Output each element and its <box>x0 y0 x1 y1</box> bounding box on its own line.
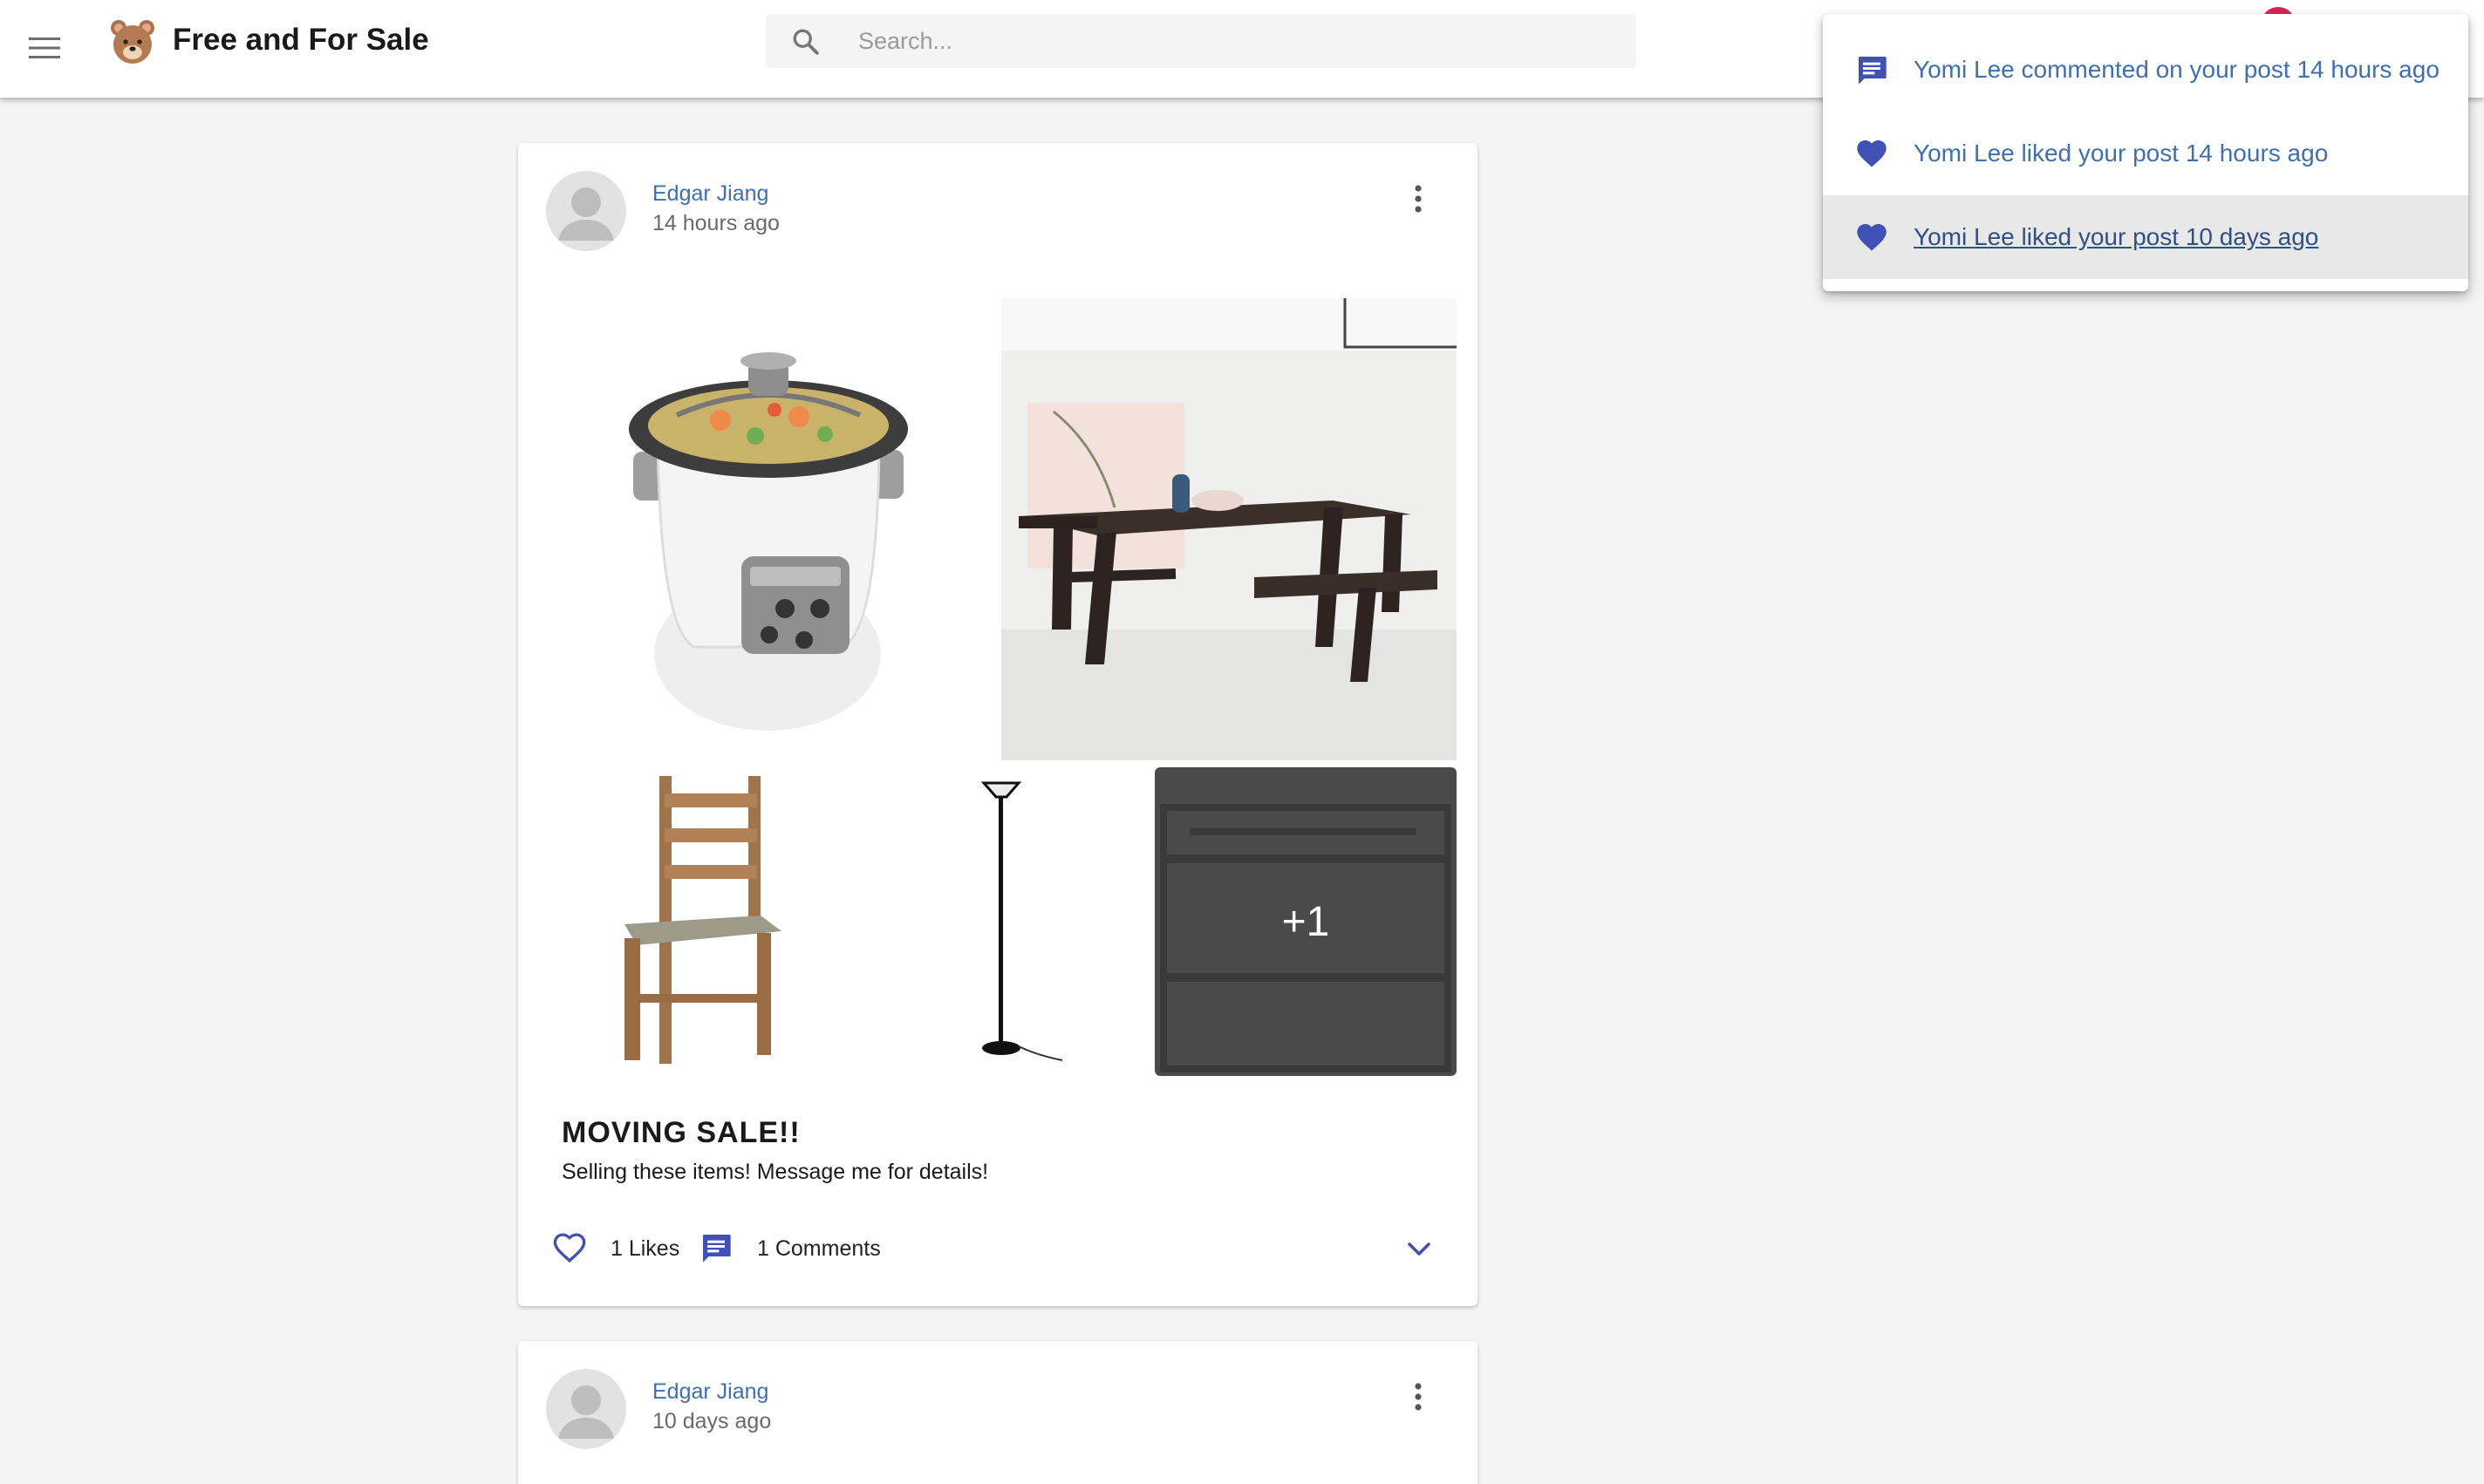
notification-item[interactable]: Yomi Lee commented on your post 14 hours… <box>1823 28 2468 112</box>
hamburger-menu-icon[interactable] <box>24 28 65 68</box>
like-count: 1 Likes <box>611 1236 680 1261</box>
comment-count: 1 Comments <box>757 1236 881 1261</box>
more-options-icon[interactable] <box>1397 178 1439 220</box>
comment-icon <box>1854 52 1889 87</box>
author-name[interactable]: Edgar Jiang <box>652 1379 768 1405</box>
photo-wooden-chair[interactable] <box>546 767 846 1069</box>
notification-text[interactable]: Yomi Lee liked your post 14 hours ago <box>1914 140 2328 167</box>
bear-logo-icon[interactable] <box>108 17 157 66</box>
post-card: Edgar Jiang 10 days ago <box>518 1341 1477 1484</box>
post-time: 14 hours ago <box>652 211 780 235</box>
notification-text[interactable]: Yomi Lee liked your post 10 days ago <box>1914 223 2318 251</box>
post-card: Edgar Jiang 14 hours ago +1 MOVING SALE!… <box>518 143 1477 1306</box>
search-icon <box>790 26 822 58</box>
notification-item[interactable]: Yomi Lee liked your post 14 hours ago <box>1823 112 2468 195</box>
search-bar <box>766 14 1636 68</box>
notification-item[interactable]: Yomi Lee liked your post 10 days ago <box>1823 195 2468 279</box>
more-photos-count[interactable]: +1 <box>1155 767 1457 1076</box>
photo-dining-table[interactable] <box>1001 298 1457 760</box>
more-options-icon[interactable] <box>1397 1376 1439 1418</box>
photo-bunk-bed[interactable]: +1 <box>1155 767 1457 1076</box>
post-title: MOVING SALE!! <box>562 1116 801 1149</box>
heart-icon <box>1854 136 1889 171</box>
author-name[interactable]: Edgar Jiang <box>652 181 768 207</box>
search-input[interactable] <box>858 14 1608 68</box>
notification-text[interactable]: Yomi Lee commented on your post 14 hours… <box>1914 56 2440 84</box>
notifications-menu: Yomi Lee commented on your post 14 hours… <box>1823 14 2468 291</box>
photo-floor-lamp[interactable] <box>853 767 1153 1069</box>
post-body: Selling these items! Message me for deta… <box>562 1160 989 1184</box>
heart-icon <box>1854 220 1889 255</box>
comment-icon[interactable] <box>696 1228 736 1268</box>
avatar[interactable] <box>546 171 626 251</box>
avatar[interactable] <box>546 1369 626 1449</box>
photo-rice-cooker[interactable] <box>546 298 1003 755</box>
chevron-down-icon[interactable] <box>1399 1229 1439 1270</box>
post-time: 10 days ago <box>652 1409 772 1433</box>
app-title[interactable]: Free and For Sale <box>173 23 429 58</box>
like-heart-icon[interactable] <box>549 1228 590 1268</box>
